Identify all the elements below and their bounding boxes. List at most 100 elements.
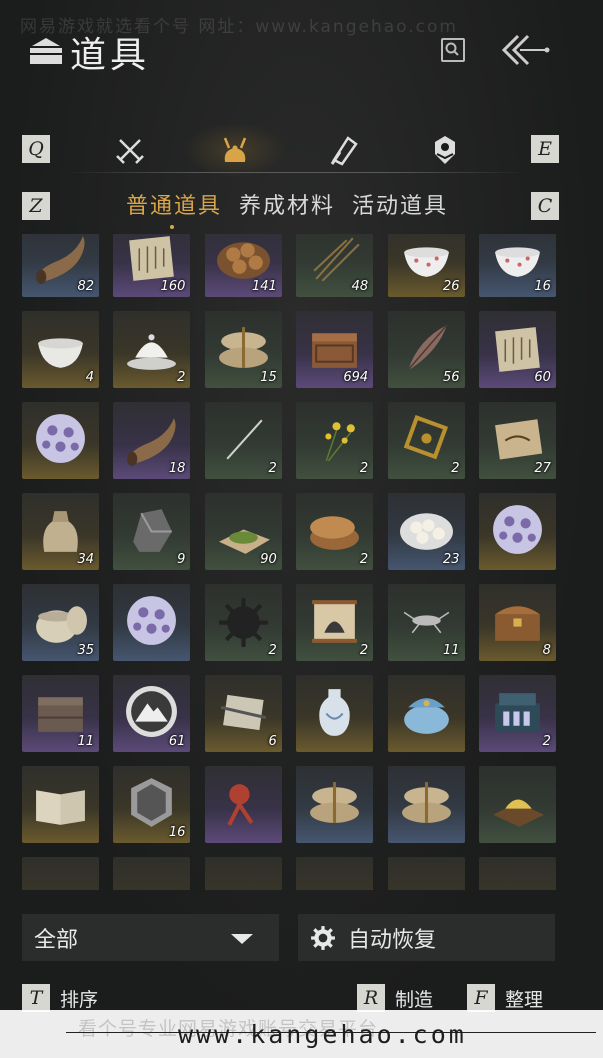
search-button[interactable] [441,38,465,62]
item-slot[interactable] [387,766,465,843]
item-slot[interactable] [22,402,99,479]
item-slot[interactable]: 35 [22,584,99,661]
sword-paper-icon [220,694,267,731]
item-slot[interactable] [204,766,282,843]
item-slot[interactable]: 34 [22,493,99,570]
tab-scrolls[interactable] [322,128,366,172]
item-slot[interactable] [296,766,374,843]
item-slot[interactable]: 82 [22,234,99,297]
item-slot[interactable]: 2 [204,584,282,661]
page-title: 道具 [70,35,151,76]
pastry-plate-icon [216,242,270,279]
item-slot[interactable]: 15 [204,311,282,388]
item-quantity: 16 [168,825,186,840]
craft-button[interactable]: R 制造 [357,984,433,1012]
item-slot[interactable] [113,584,191,661]
open-book-icon [36,790,85,825]
item-quantity: 2 [359,461,369,476]
item-quantity: 61 [168,734,186,749]
wheat-icon [313,237,360,282]
item-slot[interactable]: 48 [296,234,374,297]
item-slot[interactable]: 61 [113,675,191,752]
item-slot[interactable]: 60 [478,311,556,388]
item-slot[interactable]: 16 [478,234,556,297]
item-slot[interactable]: 90 [204,493,282,570]
item-slot[interactable] [22,766,99,843]
item-slot[interactable]: 9 [113,493,191,570]
item-slot[interactable]: 27 [478,402,556,479]
item-slot[interactable] [478,766,556,843]
stone-chest-icon [38,697,83,732]
inventory-screen: 网易游戏就选看个号 网址：www.kangehao.com 道具 Q E Z C… [0,0,603,1058]
filter-dropdown[interactable]: 全部 [22,914,279,961]
wooden-box-icon [312,333,358,368]
item-slot[interactable] [113,857,191,890]
tab-equipment[interactable] [108,128,152,172]
item-slot[interactable]: 160 [113,234,191,297]
painting-scroll-icon [312,600,358,643]
item-slot[interactable]: 4 [22,311,99,388]
item-slot[interactable]: 6 [204,675,282,752]
item-slot[interactable]: 18 [113,402,191,479]
item-slot[interactable] [22,857,99,890]
craft-label: 制造 [395,988,434,1011]
arrange-button[interactable]: F 整理 [467,984,543,1012]
next-subtab-key[interactable]: C [531,192,559,220]
item-slot[interactable]: 8 [478,584,556,661]
item-slot[interactable]: 141 [204,234,282,297]
item-slot[interactable]: 2 [296,584,374,661]
item-slot[interactable] [387,857,465,890]
item-slot[interactable]: 2 [387,402,465,479]
tab-badges[interactable] [423,128,467,172]
item-slot[interactable] [478,857,556,890]
item-grid-viewport[interactable]: 82 160 141 48 26 16 4 2 15 694 56 60 18 2 2 2 27 34 9 90 2 23… [22,234,562,890]
subtab-0[interactable]: 普通道具 [126,188,222,229]
item-quantity: 160 [160,279,186,294]
item-quantity: 48 [351,279,369,294]
sort-key: T [22,984,50,1012]
sort-button[interactable]: T 排序 [22,984,98,1012]
white-bowl-icon [38,338,83,368]
subtab-2[interactable]: 活动道具 [352,188,448,220]
item-slot[interactable]: 11 [387,584,465,661]
item-slot[interactable] [296,675,374,752]
dropdown-arrow-icon [231,934,253,944]
item-slot[interactable]: 11 [22,675,99,752]
item-quantity: 2 [359,552,369,567]
auto-recover-button[interactable]: 自动恢复 [298,914,555,961]
yellow-flower-icon [325,422,356,462]
porcelain-bowl-icon [403,247,449,277]
item-quantity: 2 [177,370,186,385]
item-quantity: 35 [77,643,94,658]
prev-tab-key[interactable]: Q [22,135,50,163]
item-slot[interactable] [387,675,465,752]
item-slot[interactable]: 26 [387,234,465,297]
filter-label: 全部 [34,927,79,953]
tab-items[interactable] [183,122,287,178]
item-slot[interactable]: 56 [387,311,465,388]
item-slot[interactable]: 2 [113,311,191,388]
subtab-1[interactable]: 养成材料 [239,188,335,220]
badge-icon [435,136,455,164]
item-quantity: 2 [542,734,551,749]
item-slot[interactable] [478,493,556,570]
item-slot[interactable]: 2 [296,402,374,479]
back-button[interactable] [496,30,554,70]
bottom-watermark: 看个号专业网易游戏账号交易平台 www.kangehao.com [0,1010,603,1058]
item-quantity: 60 [534,370,551,385]
item-slot[interactable]: 16 [113,766,191,843]
bronze-vessel-icon [489,865,546,890]
item-slot[interactable]: 2 [478,675,556,752]
prev-subtab-key[interactable]: Z [22,192,50,220]
item-slot[interactable]: 2 [204,402,282,479]
letter-icon [495,327,540,372]
next-tab-key[interactable]: E [531,135,559,163]
ore-icon [133,509,173,552]
item-slot[interactable]: 23 [387,493,465,570]
item-quantity: 9 [177,552,186,567]
item-slot[interactable]: 2 [296,493,374,570]
item-slot[interactable]: 694 [296,311,374,388]
dumpling-plate-icon [399,513,453,550]
item-slot[interactable] [204,857,282,890]
item-slot[interactable] [296,857,374,890]
